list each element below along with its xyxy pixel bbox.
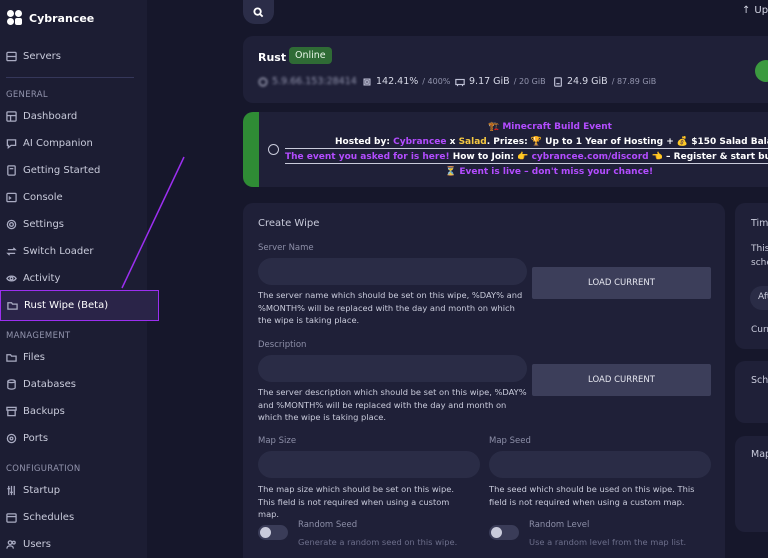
timer-card-text: This [751, 244, 768, 254]
swap-icon [6, 246, 17, 256]
sidebar-item-databases[interactable]: Databases [6, 375, 76, 393]
terminal-icon [6, 192, 17, 202]
check-circle-icon [268, 144, 279, 155]
event-title: 🏗️ Minecraft Build Event [488, 122, 612, 132]
timer-select[interactable]: Aft [750, 286, 768, 310]
random-level-label: Random Level [529, 520, 590, 530]
dashboard-icon [6, 110, 17, 122]
random-level-help: Use a random level from the map list. [529, 537, 687, 547]
server-icon [6, 51, 17, 61]
section-label-general: GENERAL [6, 90, 48, 100]
load-current-name-button[interactable]: LOAD CURRENT [532, 267, 711, 299]
brand-name: Cybrancee [29, 11, 95, 25]
toggle-knob [491, 527, 502, 538]
event-line-join: The event you asked for is here! How to … [285, 152, 768, 164]
archive-icon [6, 406, 17, 416]
chat-icon [6, 138, 17, 149]
cybrancee-logo-icon [7, 10, 23, 26]
map-seed-help: The seed which should be used on this wi… [489, 484, 695, 507]
sidebar-item-startup[interactable]: Startup [6, 481, 60, 499]
power-button[interactable] [755, 60, 768, 82]
description-label: Description [258, 340, 307, 350]
eye-icon [6, 274, 17, 282]
sidebar-item-getting-started[interactable]: Getting Started [6, 161, 100, 179]
timer-card-title: Tim [751, 218, 768, 229]
sidebar-item-console[interactable]: Console [6, 188, 63, 206]
folder-icon [6, 353, 17, 362]
map-size-input[interactable] [258, 451, 480, 478]
sidebar-item-rust-wipe[interactable]: Rust Wipe (Beta) [0, 290, 159, 321]
book-icon [7, 164, 16, 176]
event-live-notice: ⏳ Event is live – don't miss your chance… [445, 167, 654, 177]
event-stripe [243, 112, 259, 187]
schedule-card-title: Sche [751, 375, 768, 386]
sidebar: Cybrancee Servers GENERAL Dashboard AI C… [0, 0, 159, 558]
random-seed-toggle[interactable] [258, 525, 288, 540]
event-banner: 🏗️ Minecraft Build Event Hosted by: Cybr… [243, 112, 768, 187]
database-icon [7, 378, 16, 390]
memory-stat: 9.17 GiB / 20 GiB [455, 76, 546, 87]
timer-current: Curr [751, 325, 768, 335]
map-size-help: The map size which should be set on this… [258, 484, 454, 519]
sidebar-item-servers[interactable]: Servers [6, 47, 61, 65]
map-card-title: Map [751, 449, 768, 460]
map-seed-input[interactable] [489, 451, 711, 478]
timer-card-text-2: sche [751, 258, 768, 268]
random-level-toggle[interactable] [489, 525, 519, 540]
map-size-label: Map Size [258, 436, 297, 446]
cpu-icon [363, 78, 371, 85]
arrow-up-icon: ↑ [742, 5, 751, 16]
create-wipe-card: Create Wipe Server Name LOAD CURRENT The… [243, 203, 725, 558]
calendar-icon [6, 512, 17, 523]
event-line-hosted: Hosted by: Cybrancee x Salad. Prizes: 🏆 … [285, 137, 768, 149]
sidebar-item-users[interactable]: Users [6, 535, 51, 553]
sidebar-item-schedules[interactable]: Schedules [6, 508, 74, 526]
load-current-description-button[interactable]: LOAD CURRENT [532, 364, 711, 396]
map-seed-label: Map Seed [489, 436, 531, 446]
folder-icon [7, 302, 18, 310]
sidebar-item-files[interactable]: Files [6, 348, 45, 366]
sidebar-item-ports[interactable]: Ports [6, 429, 48, 447]
search-button[interactable] [243, 0, 274, 24]
sidebar-divider [6, 77, 134, 78]
description-input[interactable] [258, 355, 527, 382]
card-title: Create Wipe [258, 218, 320, 229]
sidebar-item-activity[interactable]: Activity [6, 269, 60, 287]
brand[interactable]: Cybrancee [7, 10, 94, 26]
network-icon [258, 77, 268, 86]
server-address: 5.9.66.153:28414 [258, 76, 357, 87]
upload-button[interactable]: ↑ Up [742, 5, 768, 16]
discord-link[interactable]: cybrancee.com/discord [532, 152, 649, 162]
description-help: The server description which should be s… [258, 387, 527, 422]
server-name-input[interactable] [258, 258, 527, 285]
cpu-stat: 142.41% / 400% [362, 76, 450, 87]
server-name-help: The server name which should be set on t… [258, 290, 523, 325]
section-label-management: MANAGEMENT [6, 331, 71, 341]
server-name-label: Server Name [258, 243, 314, 253]
sidebar-item-dashboard[interactable]: Dashboard [6, 107, 77, 125]
network-icon [6, 433, 17, 443]
memory-icon [455, 78, 465, 86]
sliders-icon [7, 485, 15, 495]
status-badge: Online [289, 47, 332, 64]
server-name: Rust [258, 51, 287, 64]
sidebar-item-settings[interactable]: Settings [6, 215, 64, 233]
disk-stat: 24.9 GiB / 87.89 GiB [553, 76, 656, 87]
random-seed-label: Random Seed [298, 520, 358, 530]
server-card: Rust Online 5.9.66.153:28414 142.41% / 4… [243, 36, 768, 103]
section-label-configuration: CONFIGURATION [6, 464, 81, 474]
sidebar-item-backups[interactable]: Backups [6, 402, 65, 420]
sidebar-item-ai-companion[interactable]: AI Companion [6, 134, 93, 152]
disk-icon [554, 76, 562, 87]
users-icon [6, 539, 16, 549]
random-seed-help: Generate a random seed on this wipe. [298, 537, 458, 547]
schedule-card [735, 361, 768, 423]
search-icon [253, 6, 264, 17]
sidebar-item-switch-loader[interactable]: Switch Loader [6, 242, 94, 260]
toggle-knob [260, 527, 271, 538]
gear-icon [6, 219, 17, 229]
